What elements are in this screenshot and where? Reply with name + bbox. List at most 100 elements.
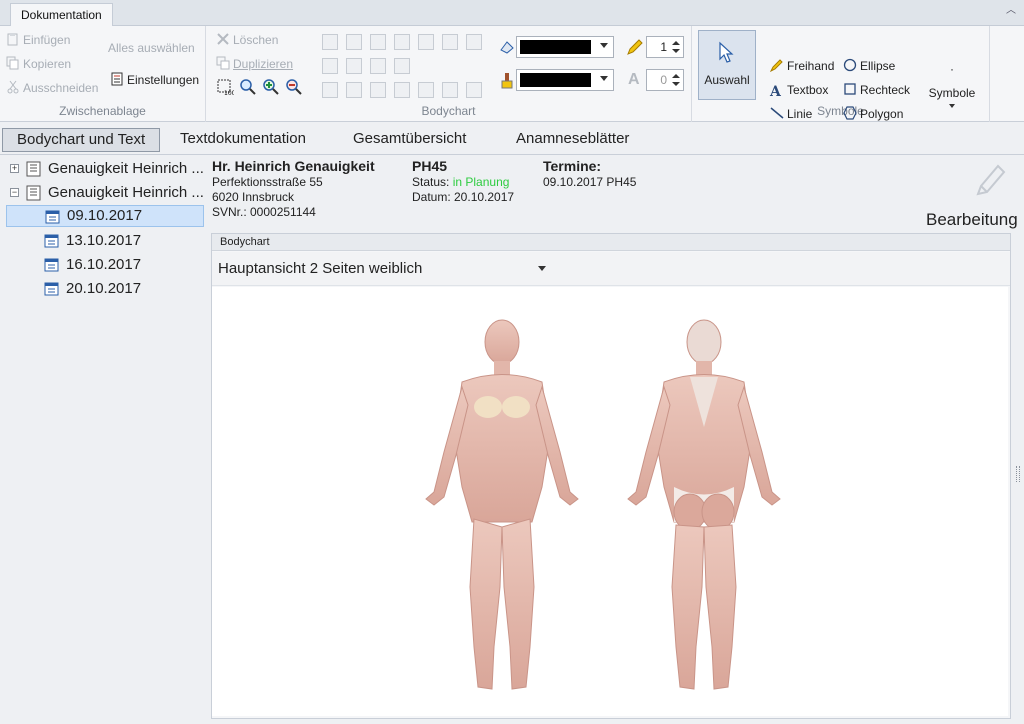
ellipse-tool[interactable]: Ellipse bbox=[843, 56, 895, 76]
appointment-entry: 09.10.2017 PH45 bbox=[543, 175, 637, 189]
freehand-pencil-icon bbox=[770, 59, 783, 72]
spinner-up-icon[interactable] bbox=[672, 41, 680, 45]
settings-button[interactable]: Einstellungen bbox=[110, 70, 199, 90]
appointments-info: Termine: 09.10.2017 PH45 bbox=[543, 159, 636, 190]
ribbon-tab-dokumentation[interactable]: Dokumentation bbox=[10, 3, 113, 27]
anatomy-figures bbox=[425, 319, 781, 690]
chevron-down-icon bbox=[600, 76, 608, 81]
align-top-icon[interactable] bbox=[394, 82, 410, 98]
zoom-in-icon[interactable] bbox=[262, 78, 280, 96]
spinner-down-icon[interactable] bbox=[672, 49, 680, 53]
front-figure[interactable] bbox=[425, 319, 579, 690]
select-all-button[interactable]: Alles auswählen bbox=[108, 38, 195, 58]
chevron-down-icon bbox=[538, 266, 546, 271]
record-info: PH45 Status: in Planung Datum: 20.10.201… bbox=[412, 158, 515, 205]
record-date: Datum: 20.10.2017 bbox=[412, 190, 515, 204]
tab-anamnesis-sheets[interactable]: Anamneseblätter bbox=[502, 128, 643, 152]
symbols-dropdown[interactable]: · Symbole bbox=[926, 62, 978, 108]
bodychart-canvas[interactable] bbox=[212, 287, 1008, 716]
stroke-color-swatch bbox=[520, 40, 591, 54]
fill-color-picker[interactable] bbox=[516, 69, 614, 91]
send-to-back-icon[interactable] bbox=[394, 34, 410, 50]
align-middle-icon[interactable] bbox=[418, 82, 434, 98]
ribbon-tab-strip: Dokumentation ︿ bbox=[0, 0, 1024, 27]
arrange-icon[interactable] bbox=[466, 34, 482, 50]
expand-icon[interactable]: + bbox=[10, 164, 19, 173]
collapse-icon[interactable]: − bbox=[10, 188, 19, 197]
freehand-tool[interactable]: Freihand bbox=[770, 56, 834, 76]
bodychart-view-select[interactable]: Hauptansicht 2 Seiten weiblich bbox=[212, 252, 1010, 286]
calendar-icon bbox=[44, 258, 59, 272]
tab-bodychart-text[interactable]: Bodychart und Text bbox=[2, 128, 161, 152]
bodychart-panel-title: Bodychart bbox=[212, 234, 1010, 251]
line-tool[interactable]: Linie bbox=[770, 104, 812, 124]
zoom-100-icon[interactable]: 100 bbox=[216, 78, 234, 96]
rotate-left-icon[interactable] bbox=[370, 58, 386, 74]
pencil-icon bbox=[627, 39, 643, 55]
detail-panel: Hr. Heinrich Genauigkeit Perfektionsstra… bbox=[208, 156, 1024, 724]
flip-horizontal-icon[interactable] bbox=[322, 58, 338, 74]
spinner-down-icon[interactable] bbox=[672, 82, 680, 86]
align-center-icon[interactable] bbox=[346, 82, 362, 98]
ungroup-icon[interactable] bbox=[442, 34, 458, 50]
bring-forward-icon[interactable] bbox=[322, 34, 338, 50]
cut-button[interactable]: Ausschneiden bbox=[6, 78, 98, 98]
cursor-arrow-icon bbox=[719, 41, 734, 63]
zoom-icon[interactable] bbox=[239, 78, 257, 96]
tree-item-date[interactable]: 20.10.2017 bbox=[6, 278, 204, 300]
patient-svnr: SVNr.: 0000251144 bbox=[212, 205, 316, 219]
back-figure[interactable] bbox=[627, 319, 781, 690]
duplicate-icon bbox=[216, 56, 230, 70]
polygon-icon bbox=[843, 106, 857, 120]
gear-icon[interactable] bbox=[466, 82, 482, 98]
collapse-ribbon-icon[interactable]: ︿ bbox=[1004, 4, 1018, 18]
select-tool-button[interactable]: Auswahl bbox=[698, 30, 756, 100]
polygon-tool[interactable]: Polygon bbox=[843, 104, 903, 124]
tree-item-patient[interactable]: + Genauigkeit Heinrich ... bbox=[8, 158, 204, 180]
align-bottom-icon[interactable] bbox=[442, 82, 458, 98]
delete-button[interactable]: Löschen bbox=[216, 30, 278, 50]
splitter-handle[interactable] bbox=[1016, 466, 1020, 482]
tab-overview[interactable]: Gesamtübersicht bbox=[339, 128, 480, 152]
flip-vertical-icon[interactable] bbox=[346, 58, 362, 74]
text-a-icon: A bbox=[770, 84, 781, 100]
calendar-icon bbox=[45, 210, 60, 224]
stroke-color-icon bbox=[500, 41, 514, 54]
fill-color-swatch bbox=[520, 73, 591, 87]
zoom-out-icon[interactable] bbox=[285, 78, 303, 96]
send-backward-icon[interactable] bbox=[346, 34, 362, 50]
duplicate-button[interactable]: Duplizieren bbox=[216, 54, 293, 74]
bodychart-panel: Bodychart Hauptansicht 2 Seiten weiblich bbox=[211, 233, 1011, 719]
line-width-spinner[interactable]: 1 bbox=[646, 36, 684, 58]
calendar-icon bbox=[44, 282, 59, 296]
group-icon[interactable] bbox=[418, 34, 434, 50]
stroke-color-picker[interactable] bbox=[516, 36, 614, 58]
paste-button[interactable]: Einfügen bbox=[6, 30, 70, 50]
scissors-icon bbox=[7, 80, 19, 94]
group-clipboard: Einfügen Kopieren Ausschneiden Alles aus… bbox=[0, 26, 206, 122]
tree-item-date[interactable]: 09.10.2017 bbox=[6, 205, 204, 227]
tree-item-date[interactable]: 13.10.2017 bbox=[6, 230, 204, 252]
spinner-up-icon[interactable] bbox=[672, 74, 680, 78]
tree-item-date[interactable]: 16.10.2017 bbox=[6, 254, 204, 276]
record-code: PH45 bbox=[412, 158, 448, 174]
align-left-icon[interactable] bbox=[322, 82, 338, 98]
group-bodychart: Löschen Duplizieren 100 1 A 0 Bodychart bbox=[206, 26, 692, 122]
edit-button[interactable]: Bearbeitung bbox=[922, 158, 1022, 229]
rectangle-icon bbox=[844, 83, 856, 95]
bring-to-front-icon[interactable] bbox=[370, 34, 386, 50]
align-right-icon[interactable] bbox=[370, 82, 386, 98]
rectangle-tool[interactable]: Rechteck bbox=[843, 80, 910, 100]
symbols-dot: · bbox=[950, 62, 954, 76]
font-size-icon: A bbox=[628, 71, 640, 88]
group-label-clipboard: Zwischenablage bbox=[59, 104, 146, 118]
textbox-tool[interactable]: A Textbox bbox=[770, 80, 828, 100]
edit-pencil-icon bbox=[976, 164, 1006, 196]
copy-button[interactable]: Kopieren bbox=[6, 54, 71, 74]
rotate-right-icon[interactable] bbox=[394, 58, 410, 74]
chevron-down-icon bbox=[949, 104, 955, 108]
font-size-spinner[interactable]: 0 bbox=[646, 69, 684, 91]
patient-tree: + Genauigkeit Heinrich ... − Genauigkeit… bbox=[0, 156, 208, 724]
tab-text-documentation[interactable]: Textdokumentation bbox=[166, 128, 320, 152]
tree-item-patient[interactable]: − Genauigkeit Heinrich ... bbox=[8, 182, 204, 204]
